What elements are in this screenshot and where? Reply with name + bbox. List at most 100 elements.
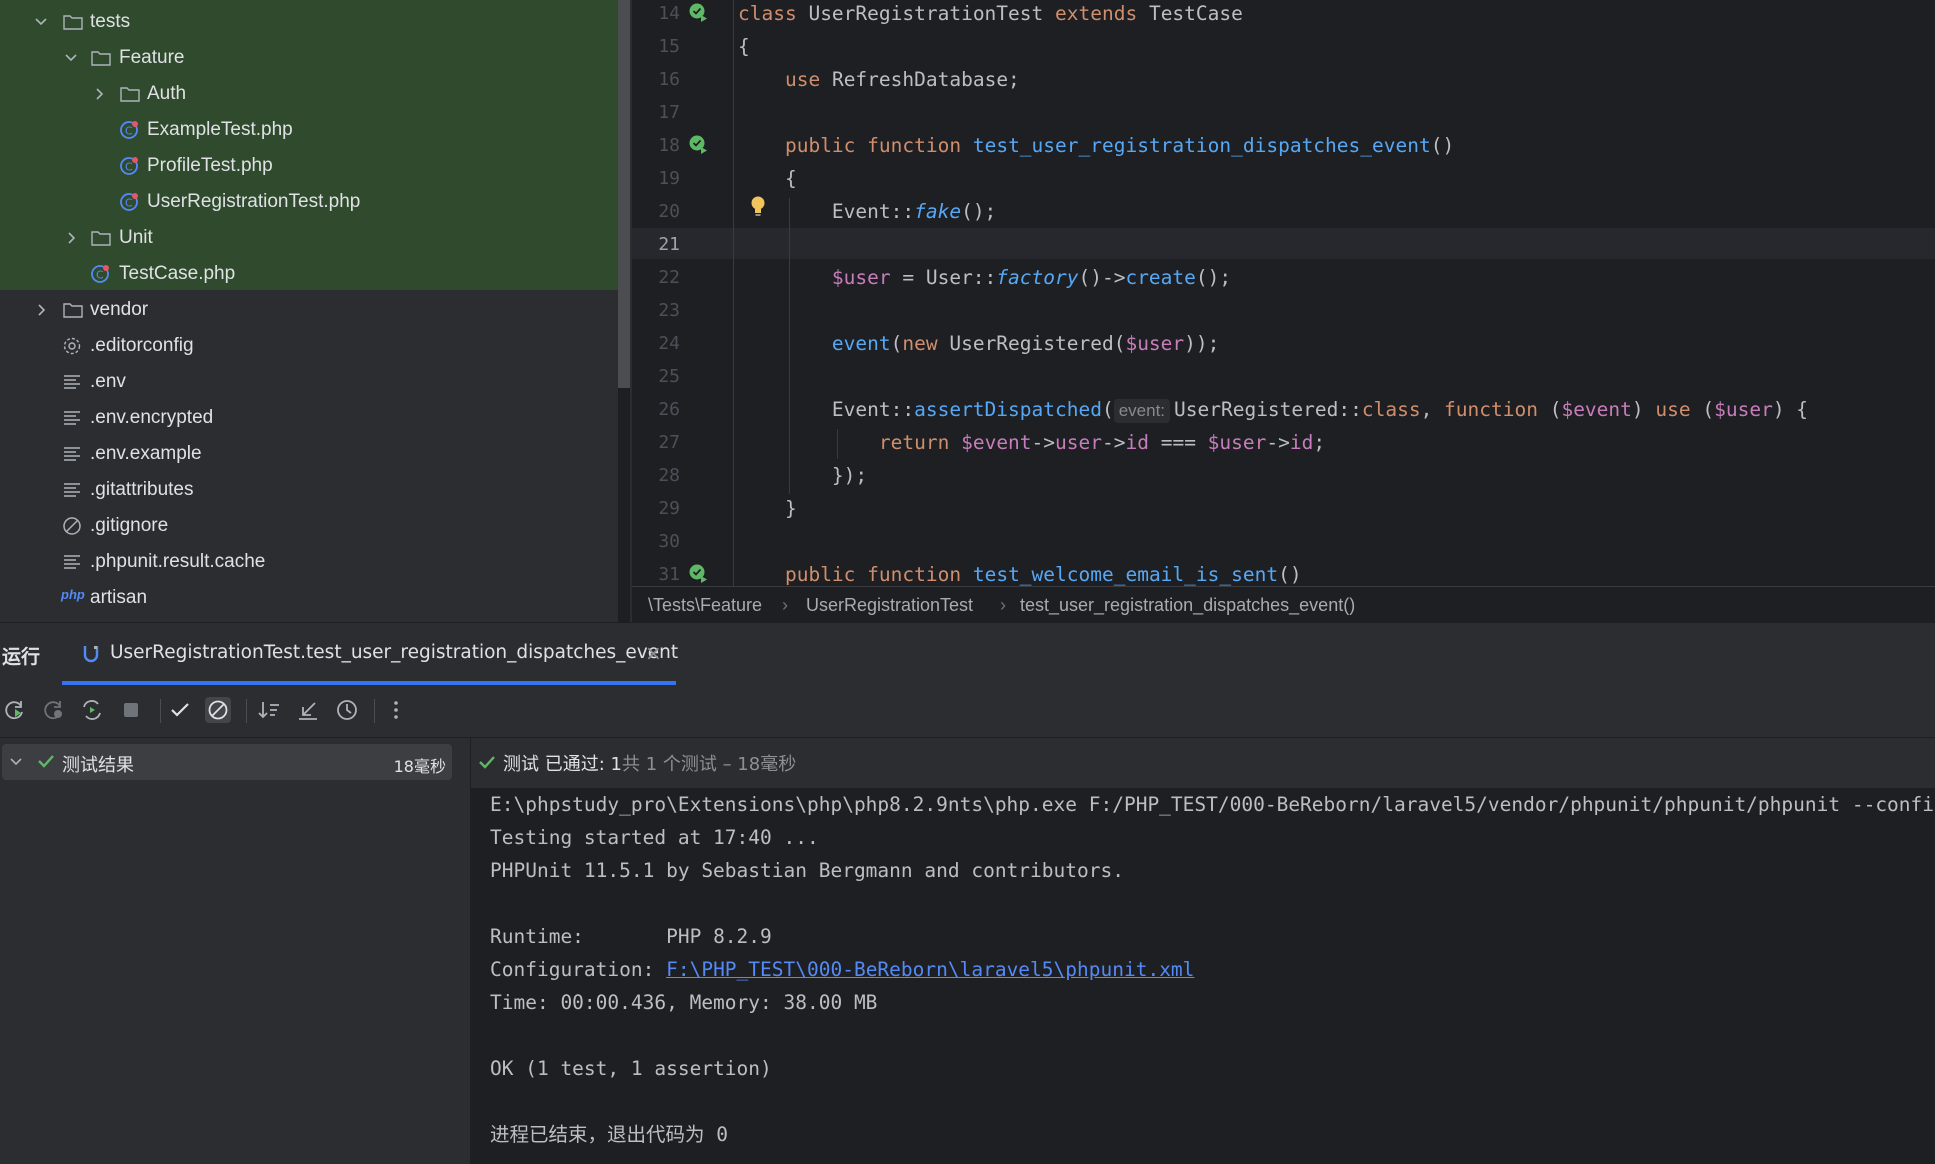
tree-item-example-test[interactable]: C ExampleTest.php [0,112,618,148]
tree-item-tests[interactable]: tests [0,4,618,40]
console-line-runtime: Runtime: PHP 8.2.9 [490,920,772,953]
tree-item-profile-test[interactable]: C ProfileTest.php [0,148,618,184]
tree-item-env-encrypted[interactable]: .env.encrypted [0,400,618,436]
token-punct: }); [831,464,868,487]
tree-item-user-registration-test[interactable]: C UserRegistrationTest.php [0,184,618,220]
token-method: test_welcome_email_is_sent [972,563,1279,586]
token-variable: $user [1714,398,1773,421]
token-keyword: class [738,2,797,25]
token-keyword: return [878,431,950,454]
svg-text:C: C [125,125,133,138]
code-line-29: } [738,492,797,525]
run-test-icon[interactable] [688,134,710,156]
rerun-icon[interactable] [2,697,28,723]
tree-item-env[interactable]: .env [0,364,618,400]
toggle-auto-test-icon[interactable] [79,697,105,723]
chevron-down-icon[interactable] [8,752,24,770]
check-icon [479,756,495,769]
close-icon[interactable]: × [645,641,662,665]
gutter-separator [733,0,734,586]
chevron-down-icon[interactable] [32,4,50,40]
tree-item-unit[interactable]: Unit [0,220,618,256]
tree-item-vendor[interactable]: vendor [0,292,618,328]
console-line: PHPUnit 11.5.1 by Sebastian Bergmann and… [490,859,1124,882]
token-parens: () [1278,563,1302,586]
test-results-root[interactable]: 测试结果 18毫秒 [2,744,452,780]
tree-item-phpunit-cache[interactable]: .phpunit.result.cache [0,544,618,580]
chevron-right-icon[interactable] [32,292,50,328]
run-tab[interactable]: UserRegistrationTest.test_user_registrat… [62,623,678,685]
line-number: 24 [658,333,680,354]
token-variable: $user [1207,431,1267,454]
token-method: create [1125,266,1196,289]
console-line: Time: 00:00.436, Memory: 38.00 MB [490,991,878,1014]
tree-item-label: ProfileTest.php [147,155,273,176]
show-passed-icon[interactable] [167,697,193,723]
token-keyword: extends [1055,2,1138,25]
token-function: event [831,332,891,355]
current-line-highlight [632,228,1935,259]
token-punct: === [1148,431,1208,454]
line-number: 25 [658,366,680,387]
token-property: id [1289,431,1314,454]
more-options-icon[interactable] [383,697,409,723]
show-ignored-icon[interactable] [205,697,231,723]
breadcrumb-method[interactable]: test_user_registration_dispatches_event(… [1020,587,1355,623]
chevron-right-icon[interactable] [62,220,80,256]
code-editor[interactable]: 14 15 16 17 18 19 20 21 22 23 24 25 26 2… [632,0,1935,586]
tree-item-label: artisan [90,587,148,608]
folder-icon [63,303,83,318]
history-icon[interactable] [334,697,360,723]
run-panel-title: 运行 [2,646,41,668]
line-number: 26 [658,399,680,420]
tree-item-auth[interactable]: Auth [0,76,618,112]
code-line-31: public function test_welcome_email_is_se… [738,558,1302,586]
token-brace: } [784,497,797,520]
config-file-link[interactable]: F:\PHP_TEST\000-BeReborn\laravel5\phpuni… [666,958,1194,981]
code-line-20: Event::fake(); [738,195,996,228]
console-runtime-label: Runtime: [490,925,667,948]
chevron-down-icon[interactable] [62,40,80,76]
console-line-exit: 进程已结束，退出代码为 0 [490,1123,728,1146]
ignore-icon [63,517,81,535]
svg-text:C: C [96,269,104,282]
tree-scrollbar-thumb[interactable] [618,0,630,388]
sort-icon[interactable] [256,697,282,723]
console-line: E:\phpstudy_pro\Extensions\php\php8.2.9n… [490,793,1935,816]
run-test-icon[interactable] [688,2,710,24]
tree-item-label: .env [90,371,126,392]
stop-icon[interactable] [118,697,144,723]
line-number: 30 [658,531,680,552]
tree-item-testcase[interactable]: C TestCase.php [0,256,618,292]
tree-item-gitignore[interactable]: .gitignore [0,508,618,544]
token-class: Event:: [831,398,915,421]
code-line-16: use RefreshDatabase; [738,63,1020,96]
toolbar-separator [374,699,375,723]
token-keyword: use [784,68,821,91]
token-punct: ( [1537,398,1562,421]
tree-item-gitattributes[interactable]: .gitattributes [0,472,618,508]
token-keyword: use [1655,398,1691,421]
token-punct: )); [1184,332,1220,355]
tree-item-artisan[interactable]: php artisan [0,580,618,616]
line-number: 14 [658,3,680,24]
line-number: 29 [658,498,680,519]
token-method: test_user_registration_dispatches_event [972,134,1431,157]
breadcrumb-namespace[interactable]: \Tests\Feature [648,587,762,623]
token-class: TestCase [1148,2,1243,25]
run-test-icon[interactable] [688,563,710,585]
collapse-all-icon[interactable] [295,697,321,723]
breadcrumb-class[interactable]: UserRegistrationTest [806,587,973,623]
console-output[interactable]: E:\phpstudy_pro\Extensions\php\php8.2.9n… [471,788,1935,1164]
parameter-hint: event: [1113,399,1171,423]
token-property: user [1055,431,1102,454]
token-punct: , [1420,398,1445,421]
rerun-failed-icon[interactable] [41,697,67,723]
tree-item-env-example[interactable]: .env.example [0,436,618,472]
tree-item-feature[interactable]: Feature [0,40,618,76]
chevron-right-icon[interactable] [90,76,108,112]
tree-item-label: UserRegistrationTest.php [147,191,361,212]
tree-item-editorconfig[interactable]: .editorconfig [0,328,618,364]
run-toolbar [0,685,1935,738]
token-class: UserRegistrationTest [808,2,1044,25]
